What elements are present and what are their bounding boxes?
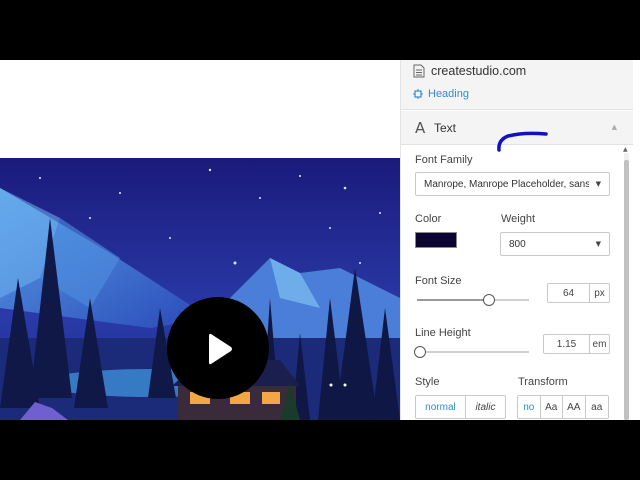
font-family-select[interactable]: Manrope, Manrope Placeholder, sans-serif… — [415, 172, 610, 196]
font-size-unit[interactable]: px — [589, 284, 609, 302]
collapse-caret-icon[interactable]: ▲ — [612, 123, 617, 131]
weight-value: 800 — [509, 238, 526, 250]
color-swatch[interactable] — [415, 232, 457, 248]
color-label: Color — [415, 213, 442, 225]
breadcrumb-site[interactable]: createstudio.com — [413, 62, 526, 80]
chevron-down-icon: ▼ — [595, 240, 601, 248]
line-height-unit[interactable]: em — [589, 335, 609, 353]
line-height-input[interactable]: 1.15 em — [543, 334, 610, 354]
style-option-italic[interactable]: italic — [466, 396, 505, 418]
font-family-label: Font Family — [415, 154, 473, 166]
transform-option-none[interactable]: no — [518, 396, 541, 418]
line-height-label: Line Height — [415, 327, 471, 339]
play-icon — [209, 333, 232, 365]
line-height-slider-thumb[interactable] — [414, 346, 426, 358]
weight-select[interactable]: 800 ▼ — [500, 232, 610, 256]
style-toggle: normal italic — [415, 395, 506, 419]
font-size-value: 64 — [562, 287, 575, 299]
breadcrumb-heading[interactable]: Heading — [413, 86, 469, 102]
transform-option-uppercase[interactable]: AA — [563, 396, 586, 418]
text-a-icon: A — [415, 119, 426, 137]
transform-label: Transform — [518, 376, 568, 388]
font-size-slider-thumb[interactable] — [483, 294, 495, 306]
text-section-title: Text — [434, 121, 457, 135]
font-family-value: Manrope, Manrope Placeholder, sans-serif — [424, 178, 589, 190]
frame-icon — [413, 89, 423, 99]
canvas-area — [0, 60, 400, 420]
font-size-label: Font Size — [415, 275, 462, 287]
scroll-up-arrow-icon[interactable]: ▲ — [623, 146, 628, 153]
font-size-slider-fill — [417, 299, 489, 301]
breadcrumb: createstudio.com Heading — [401, 60, 633, 110]
font-size-slider[interactable] — [417, 299, 529, 301]
app-viewport: createstudio.com Heading A Text ▲ Font F… — [0, 60, 640, 420]
transform-toggle: no Aa AA aa — [517, 395, 609, 419]
properties-panel: createstudio.com Heading A Text ▲ Font F… — [400, 60, 640, 420]
line-height-value: 1.15 — [556, 338, 577, 350]
style-label: Style — [415, 376, 440, 388]
document-icon — [413, 64, 425, 78]
pen-annotation-stroke — [497, 131, 548, 152]
transform-option-capitalize[interactable]: Aa — [541, 396, 563, 418]
weight-label: Weight — [501, 213, 536, 225]
font-size-input[interactable]: 64 px — [547, 283, 610, 303]
breadcrumb-heading-label: Heading — [428, 88, 469, 100]
transform-option-lowercase[interactable]: aa — [586, 396, 608, 418]
panel-scrollbar-thumb[interactable] — [624, 160, 629, 420]
chevron-down-icon: ▼ — [595, 180, 601, 188]
breadcrumb-site-label: createstudio.com — [431, 64, 527, 78]
line-height-slider[interactable] — [417, 351, 529, 353]
style-option-normal[interactable]: normal — [416, 396, 466, 418]
